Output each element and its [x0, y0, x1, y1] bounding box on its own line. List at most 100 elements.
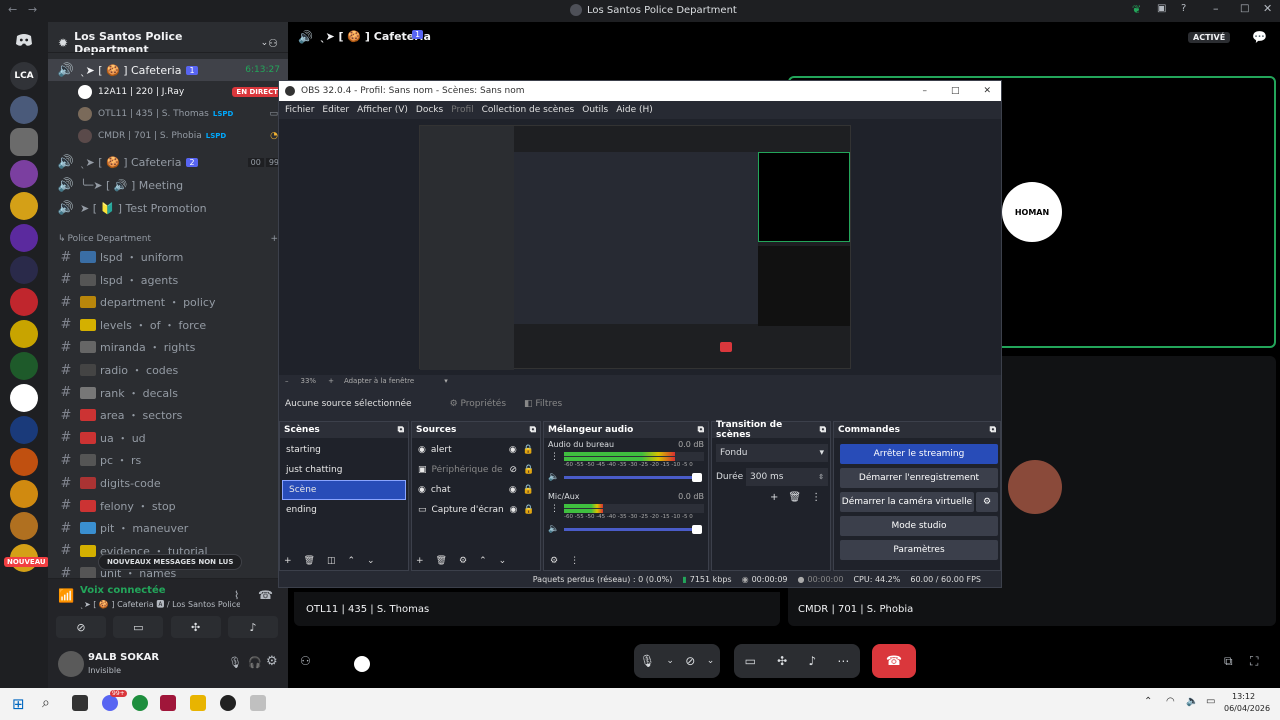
fullscreen-icon[interactable]: ⛶ — [1250, 654, 1258, 669]
volume-slider-handle[interactable] — [692, 473, 702, 482]
back-arrow-icon[interactable]: ← — [8, 3, 17, 16]
settings-gear-icon[interactable]: ⚙ — [266, 654, 278, 669]
chrome-icon[interactable] — [132, 695, 148, 711]
menu-item[interactable]: Aide (H) — [616, 105, 653, 115]
lock-icon[interactable]: 🔒 — [523, 485, 534, 495]
task-view-icon[interactable] — [72, 695, 88, 711]
text-channel[interactable]: # felony ・ stop — [48, 495, 288, 517]
battery-icon[interactable]: ▭ — [1206, 696, 1215, 707]
source-item[interactable]: ▣ Périphérique de c ⊘ 🔒 — [412, 460, 540, 480]
scene-item[interactable]: just chatting — [280, 460, 408, 480]
trash-icon[interactable]: 🗑 — [436, 556, 447, 566]
chevron-down-icon[interactable]: ⌄ — [707, 656, 715, 666]
duration-input[interactable]: 300 ms ⇳ — [746, 468, 828, 486]
trash-icon[interactable]: 🗑 — [304, 556, 315, 566]
text-channel[interactable]: # ua ・ ud — [48, 427, 288, 449]
speaker-icon[interactable]: 🔈 — [548, 524, 559, 534]
file-explorer-icon[interactable] — [190, 695, 206, 711]
scene-item[interactable]: Scène — [282, 480, 406, 500]
leaf-icon[interactable]: ❦ — [1132, 3, 1141, 16]
text-channel[interactable]: # rank ・ decals — [48, 382, 288, 404]
stream-tile-left[interactable]: OTL11 | 435 | S. Thomas — [294, 592, 780, 626]
server-icon[interactable] — [10, 416, 38, 444]
clock-date[interactable]: 06/04/2026 — [1224, 704, 1270, 713]
soundboard-button[interactable]: ♪ — [227, 616, 278, 638]
visibility-eye-icon[interactable]: ◉ — [510, 505, 518, 515]
wifi-icon[interactable]: ◠ — [1166, 696, 1175, 707]
text-channel[interactable]: # miranda ・ rights — [48, 336, 288, 358]
text-channel[interactable]: # lspd ・ uniform — [48, 246, 288, 268]
scene-item[interactable]: ending — [280, 500, 408, 520]
activities-icon[interactable]: ✣ — [777, 654, 787, 668]
speaker-icon[interactable]: 🔈 — [548, 472, 559, 482]
windows-start-icon[interactable]: ⊞ — [12, 695, 25, 713]
add-channel-icon[interactable]: + — [270, 234, 278, 244]
server-lspd-icon[interactable] — [10, 128, 38, 156]
dock-float-icon[interactable]: ⧉ — [398, 425, 404, 435]
copy-icon[interactable]: ◫ — [327, 556, 336, 566]
maximize-button[interactable]: □ — [951, 86, 960, 96]
voice-channel-meeting[interactable]: 🔊 ╰─➤ [ 🔊 ] Meeting — [48, 174, 288, 196]
app-icon[interactable] — [250, 695, 266, 711]
transition-select[interactable]: Fondu ▾ — [716, 444, 828, 462]
virtual-camera-settings-icon[interactable]: ⚙ — [976, 492, 998, 512]
clock-time[interactable]: 13:12 — [1232, 692, 1255, 701]
voice-member[interactable]: CMDR | 701 | S. Phobia LSPD ◔ — [48, 125, 288, 147]
text-channel[interactable]: # department ・ policy — [48, 291, 288, 313]
minimize-button[interactable]: – — [1213, 2, 1219, 15]
text-channel[interactable]: # pc ・ rs — [48, 449, 288, 471]
obs-taskbar-icon[interactable] — [220, 695, 236, 711]
add-member-icon[interactable]: ⚇ — [268, 37, 278, 50]
server-icon[interactable] — [10, 160, 38, 188]
voice-connected-label[interactable]: Voix connectée — [80, 585, 166, 596]
text-channel[interactable]: # levels ・ of ・ force — [48, 314, 288, 336]
server-icon[interactable] — [10, 448, 38, 476]
close-button[interactable]: ✕ — [983, 86, 991, 96]
server-icon[interactable] — [10, 224, 38, 252]
chat-icon[interactable]: 💬 — [1252, 30, 1267, 44]
up-arrow-icon[interactable]: ⌃ — [348, 556, 356, 566]
disconnect-icon[interactable]: ☎ — [258, 588, 273, 602]
text-channel[interactable]: # pit ・ maneuver — [48, 517, 288, 539]
help-icon[interactable]: ? — [1181, 3, 1186, 14]
menu-item[interactable]: Afficher (V) — [357, 105, 408, 115]
dock-float-icon[interactable]: ⧉ — [698, 425, 704, 435]
leave-call-button[interactable]: ☎ — [872, 644, 916, 678]
volume-icon[interactable]: 🔈 — [1186, 696, 1198, 707]
visibility-eye-icon[interactable]: ⊘ — [510, 465, 518, 475]
settings-button[interactable]: Paramètres — [840, 540, 998, 560]
menu-item[interactable]: Docks — [416, 105, 443, 115]
volume-slider[interactable] — [564, 528, 698, 531]
discord-taskbar-icon[interactable] — [102, 695, 118, 711]
server-icon[interactable] — [10, 352, 38, 380]
add-icon[interactable]: + — [284, 556, 292, 566]
down-arrow-icon[interactable]: ⌄ — [367, 556, 375, 566]
trash-icon[interactable]: 🗑 — [788, 492, 801, 503]
add-icon[interactable]: + — [770, 492, 778, 503]
add-icon[interactable]: + — [416, 556, 424, 566]
more-icon[interactable]: ⋯ — [837, 654, 849, 668]
more-icon[interactable]: ⋮ — [550, 504, 559, 514]
app-icon[interactable] — [160, 695, 176, 711]
voice-channel-test-promotion[interactable]: 🔊 ➤ [ 🔰 ] Test Promotion — [48, 197, 288, 219]
lock-icon[interactable]: 🔒 — [523, 445, 534, 455]
popout-icon[interactable]: ⧉ — [1224, 654, 1233, 669]
menu-item[interactable]: Fichier — [285, 105, 314, 115]
inbox-icon[interactable]: ▣ — [1157, 3, 1166, 14]
obs-preview[interactable] — [279, 119, 1001, 375]
server-icon[interactable] — [10, 288, 38, 316]
server-icon[interactable] — [10, 384, 38, 412]
screen-share-button[interactable]: ▭ — [113, 616, 164, 638]
volume-slider[interactable] — [564, 476, 698, 479]
server-icon[interactable] — [10, 480, 38, 508]
stepper-icon[interactable]: ⇳ — [818, 473, 824, 481]
voice-channel-path[interactable]: ˎ➤ [ 🍪 ] Cafeteria 🅰 / Los Santos Police… — [80, 599, 240, 610]
server-icon[interactable] — [10, 512, 38, 540]
new-messages-pill[interactable]: NOUVEAUX MESSAGES NON LUS — [98, 554, 243, 570]
text-channel[interactable]: # digits-code — [48, 472, 288, 494]
advanced-audio-icon[interactable]: ⚙ — [550, 556, 558, 566]
voice-member[interactable]: 12A11 | 220 | J.Ray EN DIRECT — [48, 81, 288, 103]
camera-off-button[interactable]: ⊘ — [56, 616, 106, 638]
lock-icon[interactable]: 🔒 — [523, 505, 534, 515]
lock-icon[interactable]: 🔒 — [523, 465, 534, 475]
